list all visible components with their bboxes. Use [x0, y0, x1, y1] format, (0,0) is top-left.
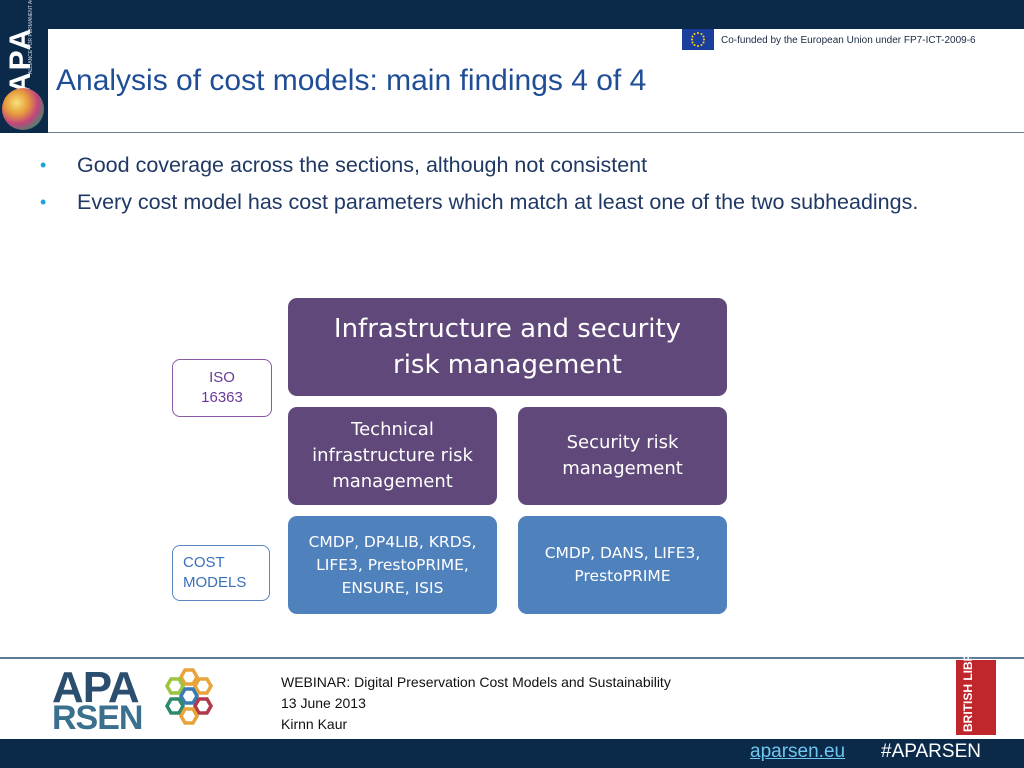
slide-title: Analysis of cost models: main findings 4… [56, 64, 647, 97]
title-divider [48, 132, 1024, 133]
box-label: CMDP, DP4LIB, KRDS, LIFE3, PrestoPRIME, … [308, 532, 477, 597]
presenter-name: Kirnn Kaur [281, 716, 348, 732]
security-cost-models-box: CMDP, DANS, LIFE3, PrestoPRIME [518, 516, 727, 614]
hexagon-cluster-icon [164, 668, 214, 725]
bullet-icon: • [40, 155, 47, 175]
webinar-date: 13 June 2013 [281, 695, 366, 711]
bullet-text: Good coverage across the sections, altho… [77, 153, 648, 177]
bullet-text: Every cost model has cost parameters whi… [77, 190, 919, 214]
aparsen-logo-rsen: RSEN [52, 699, 143, 737]
technical-infrastructure-box: Technical infrastructure risk management [288, 407, 497, 505]
cost-tag-label: COST MODELS [183, 554, 247, 591]
eu-flag-icon [682, 29, 714, 50]
iso-tag-label: ISO 16363 [201, 369, 243, 406]
bullet-item: • Good coverage across the sections, alt… [40, 150, 940, 180]
infrastructure-security-box: Infrastructure and security risk managem… [288, 298, 727, 396]
technical-cost-models-box: CMDP, DP4LIB, KRDS, LIFE3, PrestoPRIME, … [288, 516, 497, 614]
bullet-list: • Good coverage across the sections, alt… [40, 150, 940, 224]
british-library-logo: BRITISH LIBRARY [956, 627, 996, 735]
box-label: Security risk management [562, 432, 683, 479]
box-label: Technical infrastructure risk management [312, 419, 473, 492]
box-label: CMDP, DANS, LIFE3, PrestoPRIME [544, 544, 701, 585]
british-library-logo-text: BRITISH LIBRARY [961, 627, 975, 732]
bottom-bar [0, 739, 1024, 768]
top-bar [0, 0, 1024, 29]
apa-logo: APA ALLIANCE FOR PERMANENT ACCESS [0, 0, 48, 133]
iso-16363-tag: ISO 16363 [172, 359, 272, 417]
webinar-title: WEBINAR: Digital Preservation Cost Model… [281, 674, 671, 690]
bullet-icon: • [40, 192, 47, 212]
box-label: Infrastructure and security risk managem… [333, 314, 682, 380]
footer-info: WEBINAR: Digital Preservation Cost Model… [281, 672, 671, 735]
globe-icon [2, 88, 44, 130]
cost-models-tag: COST MODELS [172, 545, 270, 601]
security-risk-box: Security risk management [518, 407, 727, 505]
bullet-item: • Every cost model has cost parameters w… [40, 187, 940, 217]
footer-divider [0, 657, 1024, 659]
cofunding-notice: Co-funded by the European Union under FP… [721, 35, 976, 46]
aparsen-hashtag: #APARSEN [881, 741, 981, 762]
apa-logo-subtext: ALLIANCE FOR PERMANENT ACCESS [28, 0, 34, 74]
aparsen-link[interactable]: aparsen.eu [750, 741, 845, 763]
aparsen-logo: APA RSEN [52, 666, 224, 736]
